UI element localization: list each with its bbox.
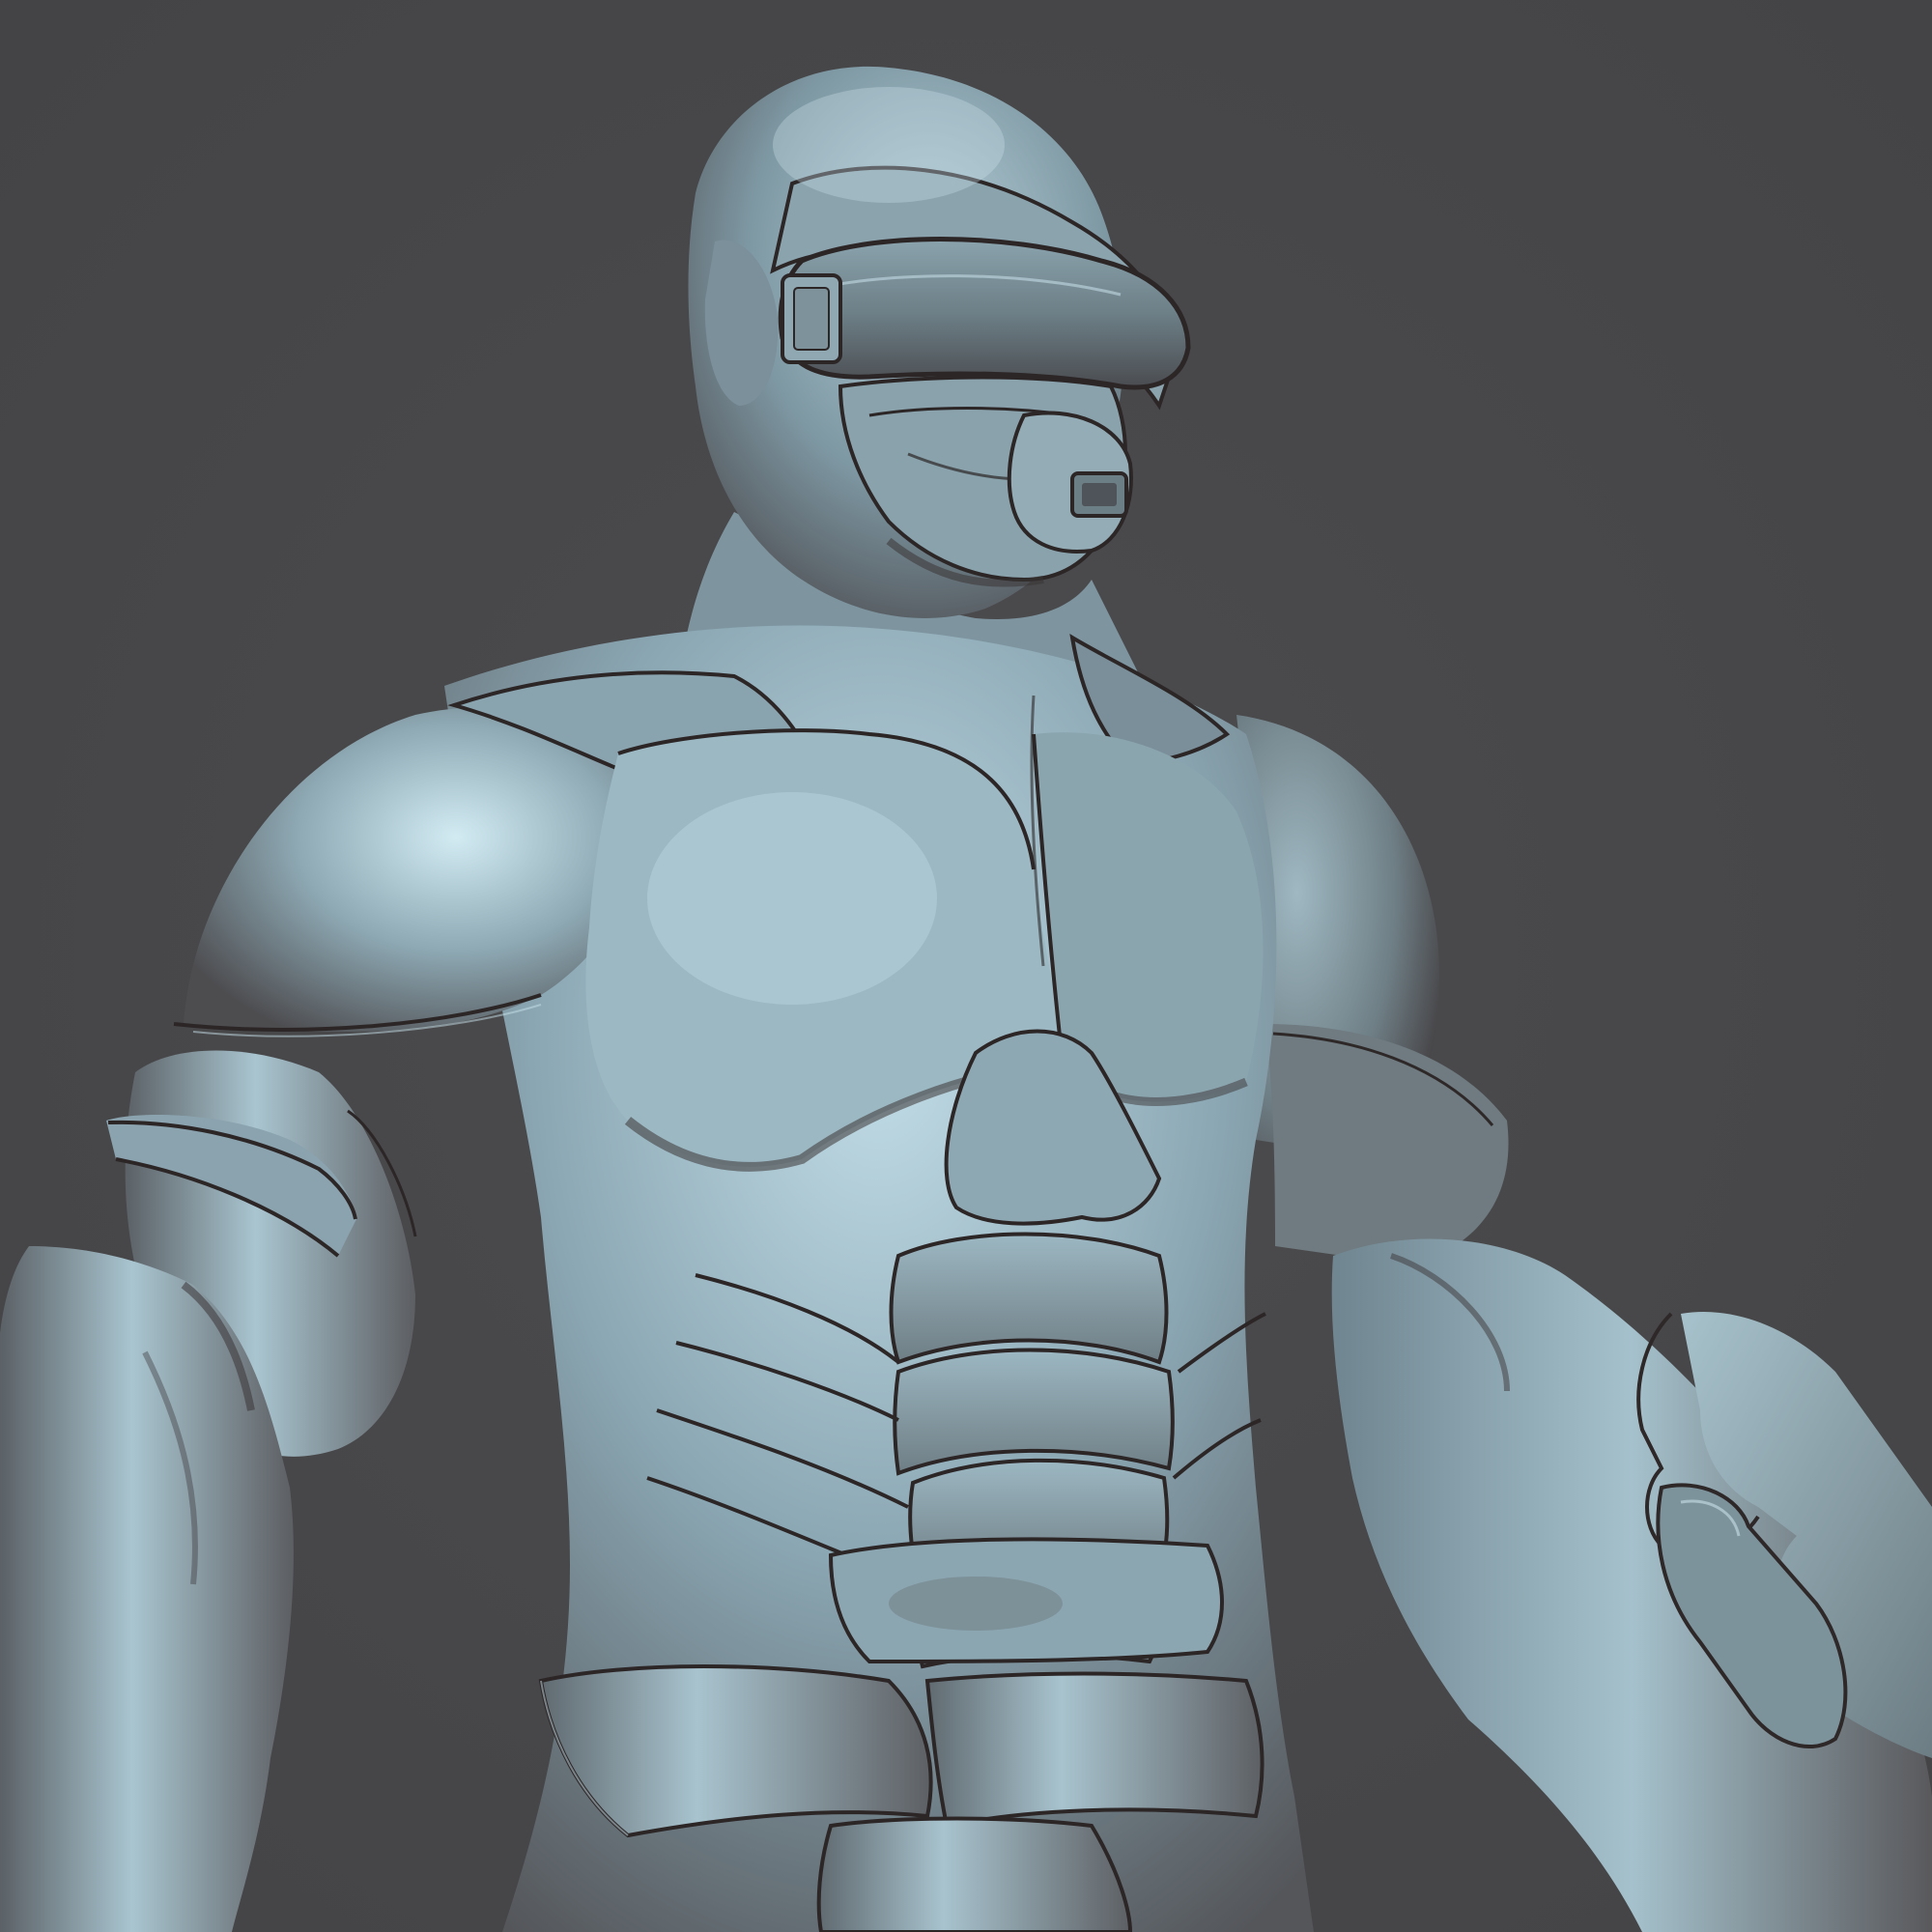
lower-right-plate bbox=[924, 1671, 1264, 1829]
3d-viewport[interactable] bbox=[0, 0, 1932, 1932]
crotch-plate bbox=[816, 1816, 1133, 1932]
lower-left-plate bbox=[538, 1664, 933, 1838]
sculpt-render bbox=[0, 0, 1932, 1932]
